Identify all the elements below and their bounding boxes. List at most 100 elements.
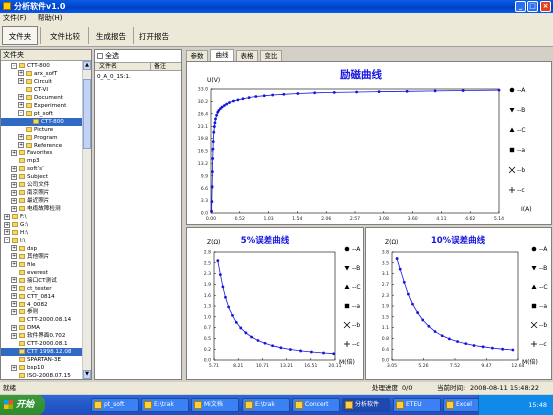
col-filename[interactable]: 文件名 [99,63,117,71]
expand-icon[interactable]: + [11,173,17,180]
folder-tree-scrollbar[interactable]: ▲ ▼ [82,61,91,379]
expand-icon[interactable]: + [4,221,10,228]
collapse-icon[interactable]: - [4,237,10,244]
collapse-icon[interactable]: - [18,110,24,117]
tree-item[interactable]: SPARTAN-3E [1,356,82,364]
tree-item[interactable]: + 电缆故障检测 [1,205,82,213]
taskbar-task[interactable]: Mi文档 [191,398,239,412]
tree-item[interactable]: CT-VI [1,86,82,94]
tree-item[interactable]: + DMA [1,324,82,332]
tree-item[interactable]: + ct_tester [1,285,82,293]
tree-item[interactable]: +4_0082 [1,301,82,309]
taskbar-task[interactable]: 分析软件 [342,398,390,412]
expand-icon[interactable]: + [11,332,17,339]
expand-icon[interactable]: + [11,253,17,260]
expand-icon[interactable]: + [11,245,17,252]
open-report-button[interactable]: 打开报告 [134,26,174,45]
tree-item[interactable]: + file [1,261,82,269]
tree-item[interactable]: + 接口CT测试 [1,277,82,285]
expand-icon[interactable]: + [4,213,10,220]
expand-icon[interactable]: + [11,277,17,284]
minimize-button[interactable]: _ [515,1,526,12]
scroll-thumb[interactable] [83,79,91,149]
taskbar-task[interactable]: E:\trak [141,398,189,412]
tree-item[interactable]: - pt_soft [1,110,82,118]
expand-icon[interactable]: + [11,308,17,315]
tree-item[interactable]: + 参则 [1,308,82,316]
close-button[interactable]: × [540,1,551,12]
taskbar-task[interactable]: E:\trak [242,398,290,412]
tree-item[interactable]: + 其他照片 [1,253,82,261]
tree-item[interactable]: + Favorites [1,149,82,157]
expand-icon[interactable]: + [11,165,17,172]
tree-item[interactable]: + Document [1,94,82,102]
tree-item[interactable]: + arx_sofT [1,70,82,78]
tab-table[interactable]: 表格 [236,50,258,61]
expand-icon[interactable]: + [11,197,17,204]
expand-icon[interactable]: + [11,189,17,196]
tree-item[interactable]: mp3 [1,157,82,165]
folder-button[interactable]: 文件夹 [2,26,38,45]
expand-icon[interactable]: + [11,301,17,307]
start-button[interactable]: 开始 [0,395,45,415]
expand-icon[interactable]: + [18,70,24,77]
expand-icon[interactable]: + [11,285,17,292]
expand-icon[interactable]: + [18,78,24,85]
tree-item[interactable]: + bsp10 [1,364,82,372]
tab-curves[interactable]: 曲线 [210,49,234,61]
taskbar-task[interactable]: pt_soft [91,398,139,412]
tree-item[interactable]: + Reference [1,142,82,150]
tree-item[interactable]: + Circuit [1,78,82,86]
select-all-checkbox[interactable] [97,53,103,59]
tree-item[interactable]: CTT-2000.08.1 [1,340,82,348]
tree-item[interactable]: Picture [1,126,82,134]
tree-item[interactable]: - CTT-800 [1,62,82,70]
taskbar-task[interactable]: ETEU [393,398,441,412]
tree-item[interactable]: CTT-2000.08.14 [1,316,82,324]
tab-params[interactable]: 参数 [186,50,208,61]
expand-icon[interactable]: + [11,293,17,300]
tree-item[interactable]: + soft’s’ [1,165,82,173]
tree-item[interactable]: CTT 1998.12.08 [1,348,82,357]
tree-item[interactable]: + F:\ [1,213,82,221]
tree-item[interactable]: + dsp [1,245,82,253]
tab-ratio[interactable]: 变比 [260,50,282,61]
tree-item[interactable]: + Program [1,134,82,142]
scroll-up-icon[interactable]: ▲ [83,61,91,70]
expand-icon[interactable]: + [18,142,24,148]
menu-file[interactable]: 文件(F) [3,14,27,22]
tree-item[interactable]: ISO-2008.07.15 [1,372,82,379]
tree-item[interactable]: + 软件界面0.702 [1,332,82,340]
tree-item[interactable]: - I:\ [1,237,82,245]
expand-icon[interactable]: + [11,181,17,188]
generate-report-button[interactable]: 生成报告 [91,26,131,45]
tree-item[interactable]: + 公司文件 [1,181,82,189]
col-note[interactable]: 备注 [150,63,166,71]
tree-item[interactable]: + G:\ [1,221,82,229]
taskbar-task[interactable]: Concert [292,398,340,412]
select-all[interactable]: 全选 [97,51,119,61]
tree-item[interactable]: + 南京照片 [1,189,82,197]
expand-icon[interactable]: + [18,134,24,141]
tree-item[interactable]: + H:\ [1,229,82,237]
compare-files-button[interactable]: 文件比较 [45,26,85,45]
expand-icon[interactable]: + [18,94,24,101]
expand-icon[interactable]: + [11,324,17,331]
collapse-icon[interactable]: - [11,62,17,69]
file-row[interactable]: 0_A_0_1S:1. [97,73,181,81]
expand-icon[interactable]: + [18,102,24,109]
tree-item[interactable]: + CTT_0814 [1,293,82,301]
expand-icon[interactable]: + [11,205,17,212]
expand-icon[interactable]: + [11,364,17,371]
tree-item[interactable]: CTT-800 [1,117,82,126]
maximize-button[interactable]: □ [527,1,538,12]
expand-icon[interactable]: + [11,149,17,156]
expand-icon[interactable]: + [4,229,10,236]
expand-icon[interactable]: + [11,261,17,268]
tree-item[interactable]: + 最近照片 [1,197,82,205]
menu-help[interactable]: 帮助(H) [38,14,63,22]
tree-item[interactable]: everest [1,269,82,277]
tree-item[interactable]: + Subject [1,173,82,181]
scroll-down-icon[interactable]: ▼ [83,370,91,379]
tree-item[interactable]: + Experiment [1,102,82,110]
